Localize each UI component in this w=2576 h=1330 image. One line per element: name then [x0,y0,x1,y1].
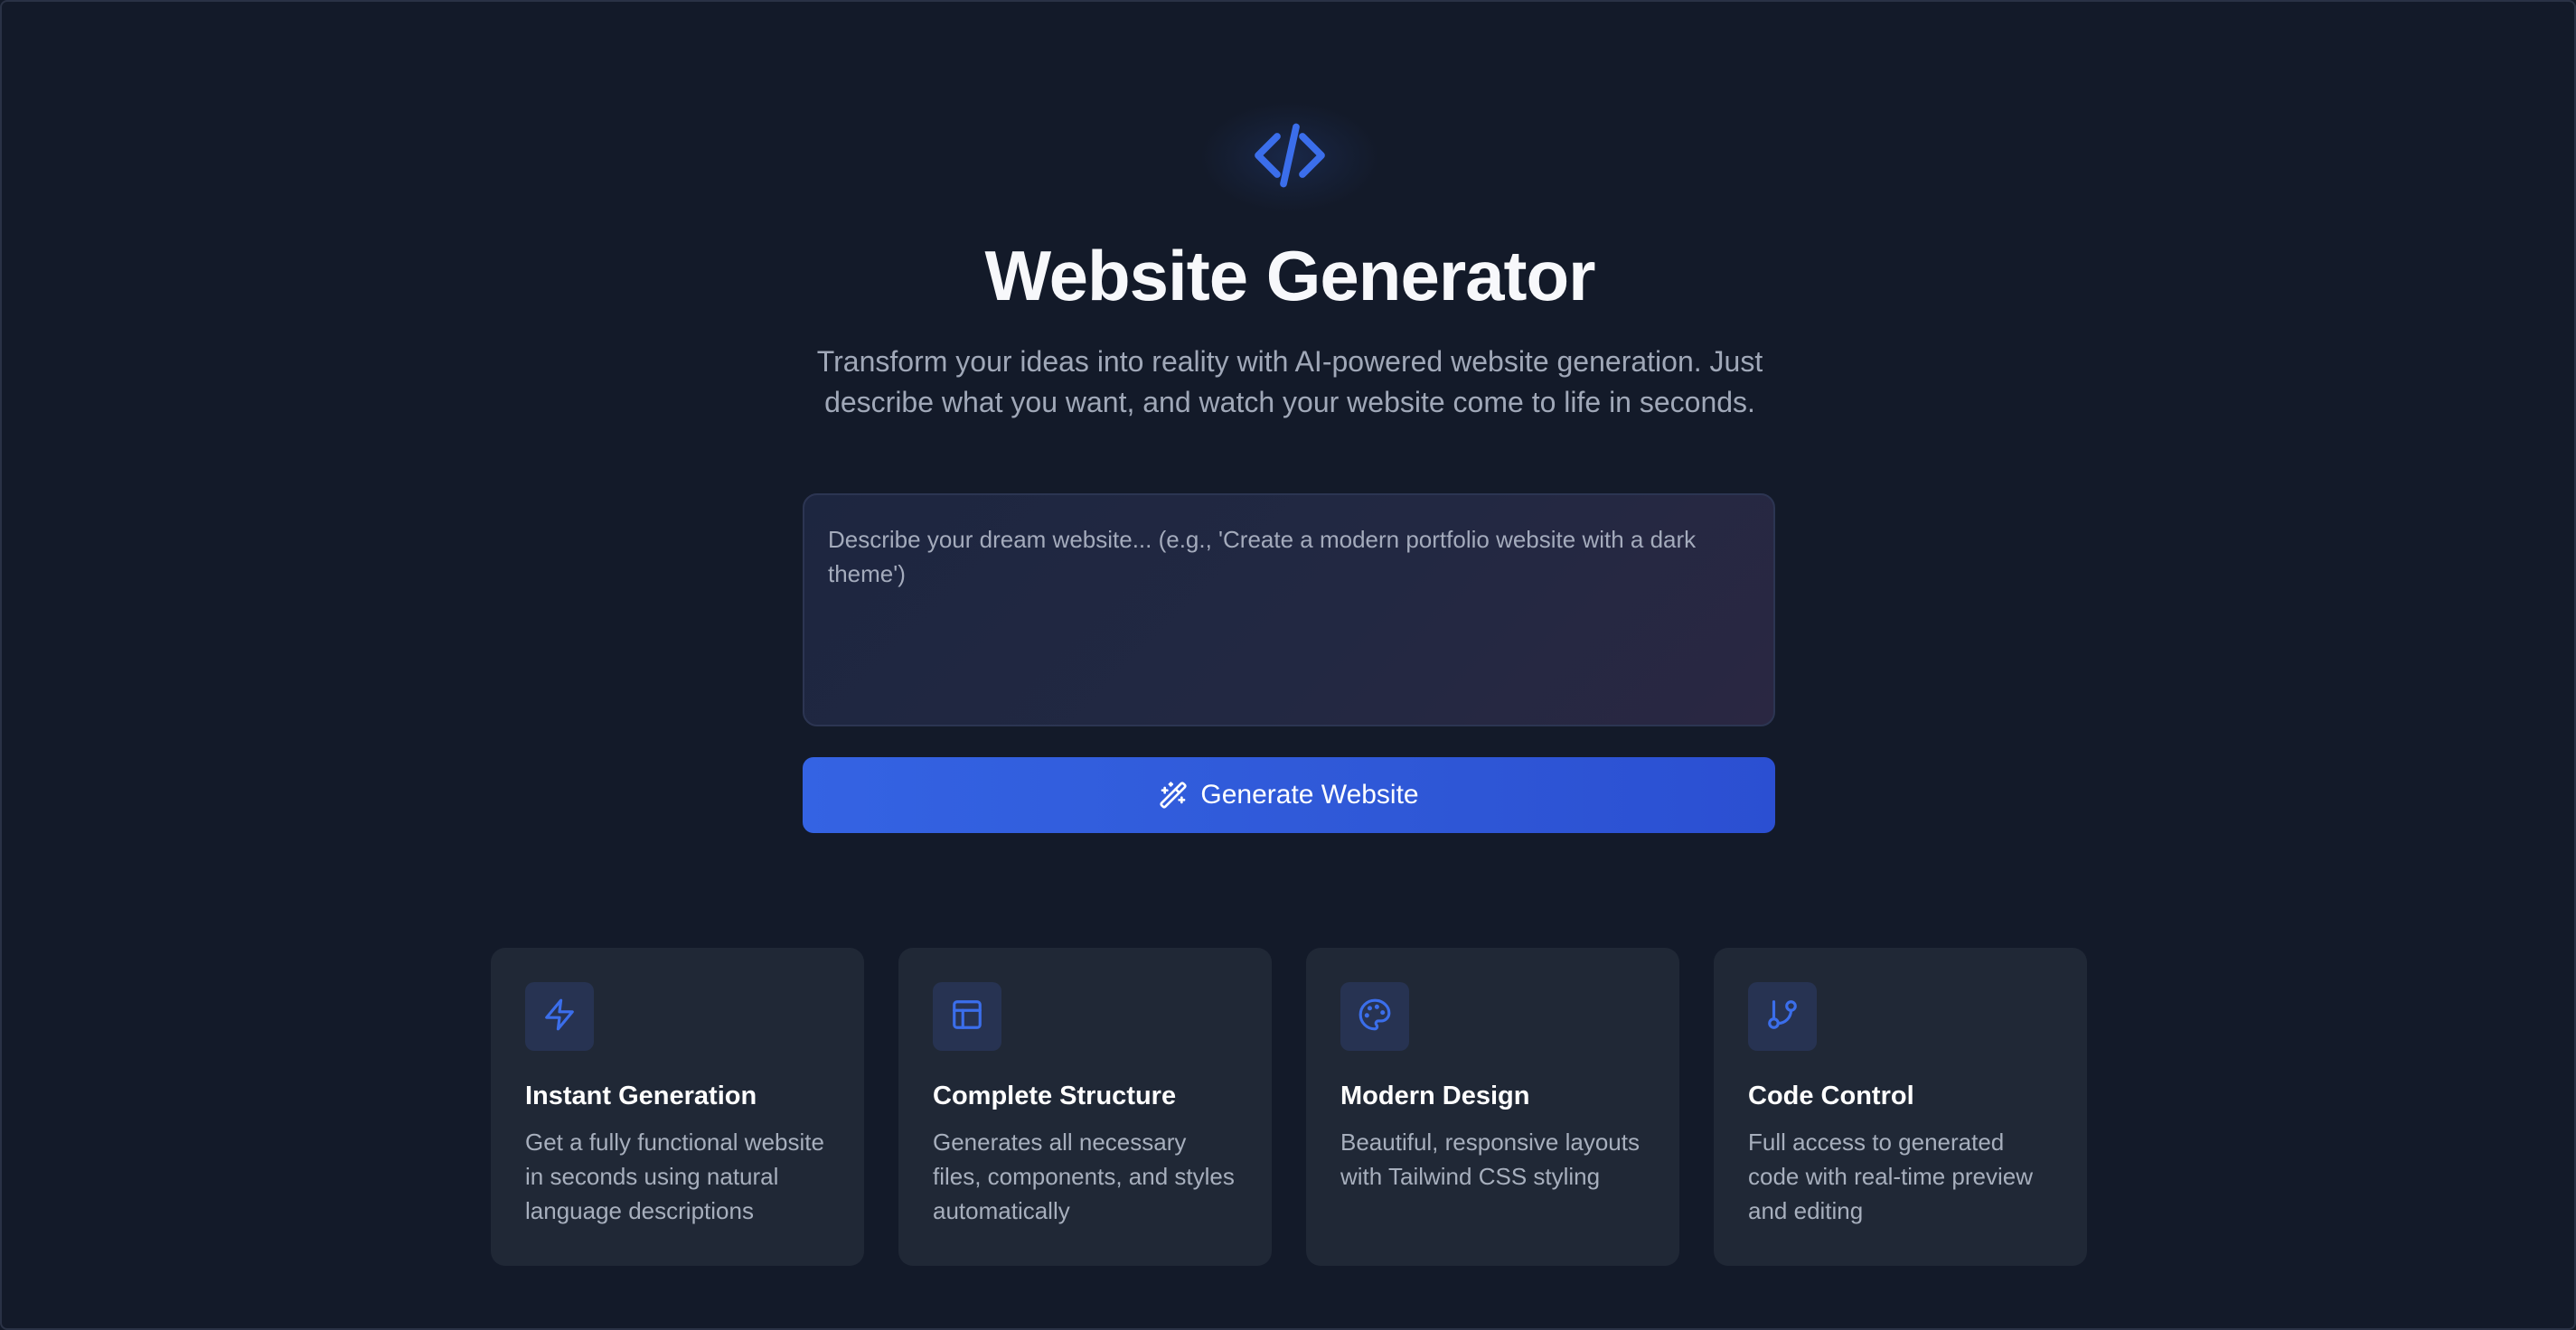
app-window: Website Generator Transform your ideas i… [0,0,2576,1330]
palette-icon [1358,998,1392,1036]
feature-title: Modern Design [1340,1082,1530,1110]
prompt-input[interactable] [828,522,1750,698]
git-branch-icon [1765,998,1800,1036]
feature-icon-tile [933,982,1001,1051]
feature-card-code-control: Code Control Full access to generated co… [1714,948,2087,1266]
feature-cards: Instant Generation Get a fully functiona… [491,948,2089,1266]
feature-icon-tile [1748,982,1817,1051]
feature-title: Complete Structure [933,1082,1177,1110]
feature-title: Instant Generation [525,1082,757,1110]
feature-title: Code Control [1748,1082,1914,1110]
generate-website-label: Generate Website [1200,780,1419,810]
feature-description: Full access to generated code with real-… [1748,1129,2034,1224]
logo [1199,101,1380,213]
feature-card-instant-generation: Instant Generation Get a fully functiona… [491,948,864,1266]
feature-card-modern-design: Modern Design Beautiful, responsive layo… [1306,948,1679,1266]
feature-description: Beautiful, responsive layouts with Tailw… [1340,1129,1640,1190]
feature-description: Generates all necessary files, component… [933,1129,1235,1224]
feature-card-complete-structure: Complete Structure Generates all necessa… [898,948,1272,1266]
feature-icon-tile [525,982,594,1051]
code-icon [1245,117,1335,198]
zap-icon [542,998,577,1036]
layout-icon [950,998,984,1036]
page-subtitle: Transform your ideas into reality with A… [816,345,1763,418]
generate-website-button[interactable]: Generate Website [803,757,1775,833]
feature-description: Get a fully functional website in second… [525,1129,824,1224]
page-title: Website Generator [984,236,1595,315]
feature-icon-tile [1340,982,1409,1051]
prompt-input-container [803,493,1775,726]
magic-wand-icon [1159,781,1188,810]
